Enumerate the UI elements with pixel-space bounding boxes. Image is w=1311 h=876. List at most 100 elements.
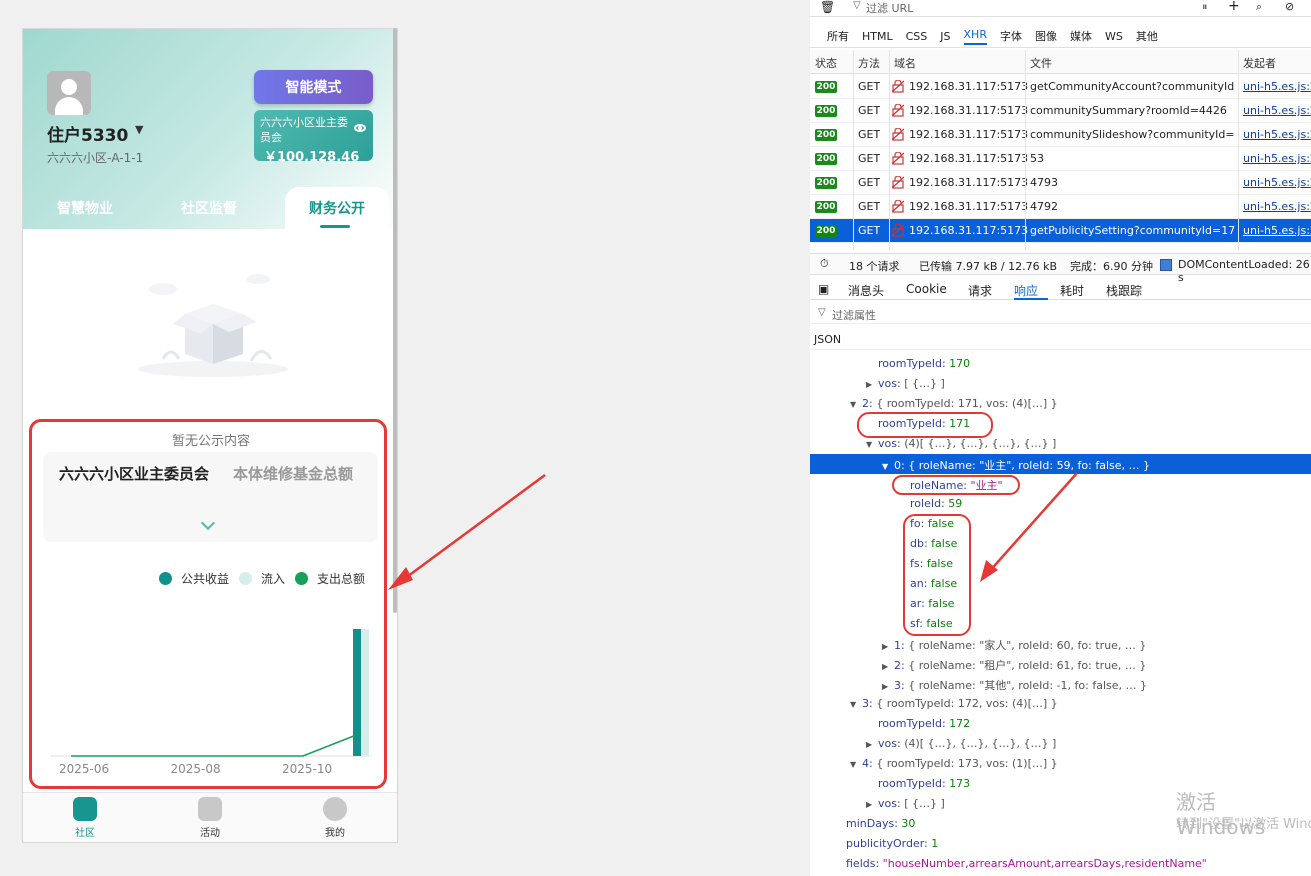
json-line[interactable]: ▶ vos: (4)[ {…}, {…}, {…}, {…} ] bbox=[866, 737, 1056, 750]
tab-stack-trace[interactable]: 栈跟踪 bbox=[1106, 282, 1142, 299]
plus-icon[interactable]: + bbox=[1228, 0, 1240, 14]
annotation-arrow bbox=[388, 473, 546, 590]
tab-response[interactable]: 响应 bbox=[1014, 282, 1038, 299]
json-line[interactable]: ▶ 3: { roleName: "其他", roleId: -1, fo: fa… bbox=[882, 677, 1147, 693]
request-row[interactable]: 200 GET 192.168.31.117:5173 53 uni-h5.es.js:… bbox=[810, 147, 1311, 171]
expand-right-icon[interactable]: ▶ bbox=[866, 800, 878, 809]
tab-community-supervision[interactable]: 社区监督 bbox=[147, 187, 271, 229]
tab-finance-public[interactable]: 财务公开 bbox=[285, 187, 389, 229]
panel-toggle-icon[interactable]: ▣ bbox=[818, 282, 829, 296]
expand-right-icon[interactable]: ▶ bbox=[882, 682, 894, 691]
request-row[interactable]: 200 GET 192.168.31.117:5173 communitySummar… bbox=[810, 99, 1311, 123]
trash-icon[interactable]: 🗑 bbox=[820, 0, 835, 14]
eye-icon[interactable] bbox=[354, 124, 366, 132]
type-css[interactable]: CSS bbox=[906, 30, 928, 43]
type-all[interactable]: 所有 bbox=[827, 28, 849, 44]
pause-icon[interactable]: ⏸ bbox=[1202, 0, 1208, 14]
request-file: getPublicitySetting?communityId=1798 bbox=[1030, 224, 1235, 237]
expand-down-icon[interactable]: ▼ bbox=[850, 700, 862, 709]
json-line[interactable]: ▼ vos: (4)[ {…}, {…}, {…}, {…} ] bbox=[866, 437, 1056, 450]
status-badge: 200 bbox=[815, 153, 837, 165]
search-icon[interactable]: ⌕ bbox=[1256, 0, 1262, 14]
col-method[interactable]: 方法 bbox=[858, 55, 880, 71]
expand-down-icon[interactable]: ▼ bbox=[850, 400, 862, 409]
col-domain[interactable]: 域名 bbox=[894, 55, 916, 71]
expand-down-icon[interactable]: ▼ bbox=[850, 760, 862, 769]
request-initiator-link[interactable]: uni-h5.es.js:2 bbox=[1243, 80, 1311, 93]
status-badge: 200 bbox=[815, 225, 837, 237]
json-label[interactable]: JSON bbox=[814, 333, 841, 346]
smart-mode-button[interactable]: 智能模式 bbox=[254, 70, 373, 104]
user-avatar[interactable] bbox=[47, 71, 91, 115]
expand-down-icon[interactable]: ▼ bbox=[882, 462, 894, 471]
block-icon[interactable]: ⊘ bbox=[1285, 0, 1294, 13]
expand-right-icon[interactable]: ▶ bbox=[866, 380, 878, 389]
json-value: "houseNumber,arrearsAmount,arrearsDays,r… bbox=[882, 857, 1207, 870]
nav-mine[interactable]: 我的 bbox=[295, 797, 375, 839]
type-ws[interactable]: WS bbox=[1105, 30, 1123, 43]
nav-community[interactable]: 社区 bbox=[45, 797, 125, 839]
request-initiator-link[interactable]: uni-h5.es.js:2 bbox=[1243, 176, 1311, 189]
nav-activity[interactable]: 活动 bbox=[170, 797, 250, 839]
filter-properties-input[interactable]: 过滤属性 bbox=[832, 307, 876, 323]
network-toolbar: 🗑 ▽ 过滤 URL ⏸ + ⌕ ⊘ bbox=[810, 0, 1311, 17]
type-font[interactable]: 字体 bbox=[1000, 28, 1022, 44]
json-key: fo bbox=[910, 517, 921, 530]
request-file: 53 bbox=[1030, 152, 1044, 165]
type-media[interactable]: 媒体 bbox=[1070, 28, 1092, 44]
chevron-down-icon[interactable] bbox=[200, 515, 216, 531]
tab-request[interactable]: 请求 bbox=[968, 282, 992, 299]
community-account-card[interactable]: 六六六小区业主委员会 ￥100,128.46 bbox=[254, 110, 373, 161]
committee-name: 六六六小区业主委员会 bbox=[59, 465, 210, 483]
json-line[interactable]: ▶ vos: [ {…} ] bbox=[866, 377, 945, 390]
request-row[interactable]: 200 GET 192.168.31.117:5173 4792 uni-h5.es.j… bbox=[810, 195, 1311, 219]
expand-right-icon[interactable]: ▶ bbox=[882, 662, 894, 671]
caret-down-icon[interactable]: ▼ bbox=[135, 123, 143, 136]
avatar-head bbox=[61, 79, 77, 95]
request-initiator-link[interactable]: uni-h5.es.js:2 bbox=[1243, 128, 1311, 141]
insecure-lock-icon bbox=[892, 152, 904, 165]
request-initiator-link[interactable]: uni-h5.es.js:2 bbox=[1243, 224, 1311, 237]
json-line[interactable]: ▶ 1: { roleName: "家人", roleId: 60, fo: tr… bbox=[882, 637, 1146, 653]
user-name[interactable]: 住户5330 bbox=[47, 121, 128, 146]
filter-url-input[interactable]: 过滤 URL bbox=[866, 0, 913, 16]
json-key: minDays bbox=[846, 817, 895, 830]
json-line[interactable]: ▼ 2: { roomTypeId: 171, vos: (4)[…] } bbox=[850, 397, 1058, 410]
tab-timings[interactable]: 耗时 bbox=[1060, 282, 1084, 299]
expand-right-icon[interactable]: ▶ bbox=[866, 740, 878, 749]
json-line[interactable]: ▼ 4: { roomTypeId: 173, vos: (1)[…] } bbox=[850, 757, 1058, 770]
tab-smart-property[interactable]: 智慧物业 bbox=[23, 187, 147, 229]
json-key: vos bbox=[878, 437, 897, 450]
json-line[interactable]: ▼ 3: { roomTypeId: 172, vos: (4)[…] } bbox=[850, 697, 1058, 710]
col-file[interactable]: 文件 bbox=[1030, 55, 1052, 71]
fund-info-card[interactable]: 六六六小区业主委员会 本体维修基金总额 bbox=[43, 452, 378, 542]
request-initiator-link[interactable]: uni-h5.es.js:2 bbox=[1243, 152, 1311, 165]
col-status[interactable]: 状态 bbox=[815, 55, 837, 71]
dcl-marker bbox=[1160, 259, 1172, 271]
type-html[interactable]: HTML bbox=[862, 30, 893, 43]
expand-down-icon[interactable]: ▼ bbox=[866, 440, 878, 449]
tab-headers[interactable]: 消息头 bbox=[848, 282, 884, 299]
request-initiator-link[interactable]: uni-h5.es.js:2 bbox=[1243, 104, 1311, 117]
home-icon bbox=[73, 797, 97, 821]
expand-right-icon[interactable]: ▶ bbox=[882, 642, 894, 651]
json-line: fo: false bbox=[910, 517, 954, 530]
request-row[interactable]: 200 GET 192.168.31.117:5173 getCommunityAcc… bbox=[810, 75, 1311, 99]
json-line[interactable]: ▶ 2: { roleName: "租户", roleId: 61, fo: tr… bbox=[882, 657, 1146, 673]
type-js[interactable]: JS bbox=[940, 30, 950, 43]
json-value: false bbox=[927, 517, 954, 530]
summary-finish: 完成：6.90 分钟 bbox=[1070, 260, 1153, 273]
request-row[interactable]: 200 GET 192.168.31.117:5173 getPublicitySet… bbox=[810, 219, 1311, 243]
tab-cookie[interactable]: Cookie bbox=[906, 282, 947, 296]
json-key: vos bbox=[878, 737, 897, 750]
type-image[interactable]: 图像 bbox=[1035, 28, 1057, 44]
type-xhr[interactable]: XHR bbox=[963, 28, 987, 45]
col-initiator[interactable]: 发起者 bbox=[1243, 55, 1276, 71]
type-other[interactable]: 其他 bbox=[1136, 28, 1158, 44]
request-row[interactable]: 200 GET 192.168.31.117:5173 communitySlides… bbox=[810, 123, 1311, 147]
request-initiator-link[interactable]: uni-h5.es.js:2 bbox=[1243, 200, 1311, 213]
legend-dot-expense bbox=[295, 571, 309, 585]
insecure-lock-icon bbox=[892, 80, 904, 93]
json-line[interactable]: ▶ vos: [ {…} ] bbox=[866, 797, 945, 810]
request-row[interactable]: 200 GET 192.168.31.117:5173 4793 uni-h5.es.j… bbox=[810, 171, 1311, 195]
